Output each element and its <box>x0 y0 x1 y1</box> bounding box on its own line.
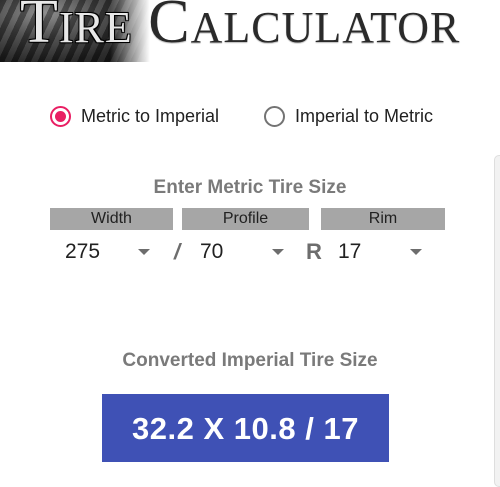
rim-value: 17 <box>338 240 362 263</box>
conversion-mode-group: Metric to Imperial Imperial to Metric <box>50 101 470 133</box>
profile-column-header: Profile <box>182 208 309 230</box>
app-logo: TIRE CALCULATOR <box>20 0 460 62</box>
width-column-header: Width <box>50 208 173 230</box>
dropdown-arrow-icon[interactable] <box>272 249 284 255</box>
imperial-to-metric-radio[interactable]: Imperial to Metric <box>264 101 433 131</box>
logo-word-tire: TIRE <box>20 0 133 56</box>
slash-separator: / <box>174 239 181 264</box>
logo-word-calculator: CALCULATOR <box>148 0 461 56</box>
app-header: TIRE CALCULATOR <box>0 0 500 62</box>
profile-select[interactable]: 70 <box>200 238 290 268</box>
dropdown-arrow-icon[interactable] <box>410 249 422 255</box>
width-value: 275 <box>65 240 101 263</box>
radio-unchecked-icon[interactable] <box>264 105 285 127</box>
profile-value: 70 <box>200 240 224 263</box>
rim-separator: R <box>306 239 322 264</box>
rim-select[interactable]: 17 <box>338 238 428 268</box>
metric-to-imperial-radio[interactable]: Metric to Imperial <box>50 101 219 131</box>
result-section-title: Converted Imperial Tire Size <box>122 350 378 371</box>
dropdown-arrow-icon[interactable] <box>138 249 150 255</box>
converted-size-result: 32.2 X 10.8 / 17 <box>102 394 389 462</box>
radio-checked-icon[interactable] <box>50 105 71 127</box>
input-section-title: Enter Metric Tire Size <box>153 177 347 198</box>
imperial-to-metric-label[interactable]: Imperial to Metric <box>295 106 433 127</box>
scrollbar[interactable] <box>494 155 500 487</box>
rim-column-header: Rim <box>321 208 445 230</box>
width-select[interactable]: 275 <box>65 238 155 268</box>
metric-to-imperial-label[interactable]: Metric to Imperial <box>81 106 219 127</box>
